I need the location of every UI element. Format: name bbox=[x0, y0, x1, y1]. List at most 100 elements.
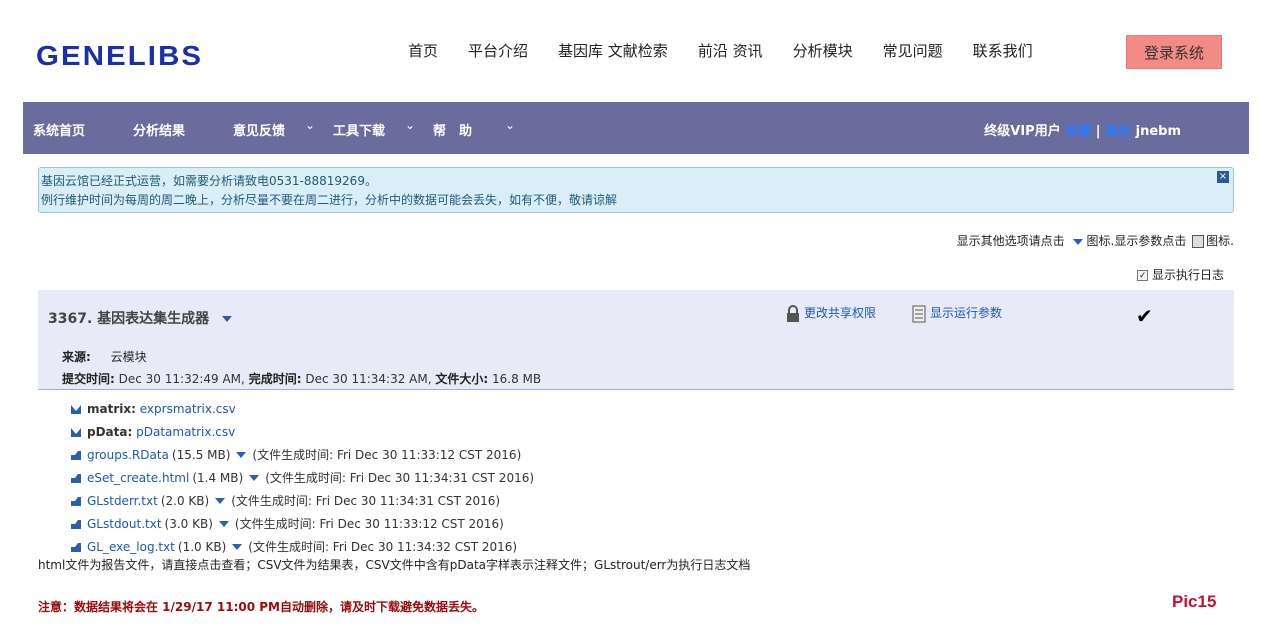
nav-news[interactable]: 前沿 资讯 bbox=[698, 40, 763, 61]
dropdown-triangle-icon[interactable] bbox=[215, 497, 226, 504]
output-file-size: (15.5 MB) bbox=[171, 447, 231, 462]
output-file-time: (文件生成时间: Fri Dec 30 11:33:12 CST 2016) bbox=[234, 517, 504, 531]
output-file-icon bbox=[71, 519, 81, 529]
input-file-row: matrix: exprsmatrix.csv bbox=[70, 397, 534, 420]
dropdown-triangle-icon[interactable] bbox=[218, 520, 229, 527]
task-source: 来源: 云模块 bbox=[62, 348, 147, 365]
deletion-warning: 注意：数据结果将会在 1/29/17 11:00 PM自动删除，请及时下载避免数… bbox=[38, 600, 484, 614]
input-file-row: pData: pDatamatrix.csv bbox=[70, 420, 534, 443]
chevron-down-icon[interactable]: ⌄ bbox=[305, 118, 315, 132]
dropdown-triangle-icon[interactable] bbox=[249, 474, 260, 481]
show-log-toggle[interactable]: ✓ 显示执行日志 bbox=[1137, 266, 1224, 283]
notice-banner: 基因云馆已经正式运营，如需要分析请致电0531-88819269。 例行维护时间… bbox=[38, 167, 1234, 213]
nav-platform-intro[interactable]: 平台介绍 bbox=[468, 40, 528, 61]
share-permission-label: 更改共享权限 bbox=[804, 306, 877, 320]
finish-time-value: Dec 30 11:34:32 AM, bbox=[305, 372, 432, 386]
main-menu-bar: 系统首页 分析结果 意见反馈 ⌄ 工具下载 ⌄ 帮 助 ⌄ 终级VIP用户 设置… bbox=[23, 102, 1249, 154]
output-file-link[interactable]: GLstdout.txt bbox=[87, 517, 162, 531]
nav-home[interactable]: 首页 bbox=[408, 40, 438, 61]
nav-analysis-modules[interactable]: 分析模块 bbox=[793, 40, 853, 61]
help-text: html文件为报告文件，请直接点击查看；CSV文件为结果表，CSV文件中含有pD… bbox=[38, 558, 751, 572]
menu-tool-download[interactable]: 工具下载 bbox=[333, 120, 385, 139]
output-file-row: GL_exe_log.txt (1.0 KB) (文件生成时间: Fri Dec… bbox=[70, 535, 534, 558]
output-file-icon bbox=[71, 542, 81, 552]
submit-time-value: Dec 30 11:32:49 AM, bbox=[118, 372, 245, 386]
output-file-size: (3.0 KB) bbox=[164, 516, 213, 531]
settings-link[interactable]: 设置 bbox=[1065, 124, 1091, 139]
dropdown-triangle-icon[interactable] bbox=[222, 316, 233, 322]
file-size-label: 文件大小: bbox=[435, 372, 489, 386]
login-button[interactable]: 登录系统 bbox=[1126, 35, 1222, 69]
task-meta: 提交时间: Dec 30 11:32:49 AM, 完成时间: Dec 30 1… bbox=[62, 370, 541, 387]
change-share-permission-link[interactable]: 更改共享权限 bbox=[786, 304, 876, 323]
parameters-icon bbox=[912, 305, 926, 322]
dropdown-triangle-icon[interactable] bbox=[236, 451, 247, 458]
output-file-size: (1.4 MB) bbox=[192, 470, 244, 485]
menu-system-home[interactable]: 系统首页 bbox=[33, 120, 85, 139]
dropdown-triangle-icon[interactable] bbox=[232, 543, 243, 550]
output-file-size: (1.0 KB) bbox=[177, 539, 227, 554]
input-label: pData: bbox=[87, 424, 133, 439]
options-hint: 显示其他选项请点击 图标.显示参数点击 图标. bbox=[957, 232, 1234, 249]
options-text-3: 图标. bbox=[1206, 234, 1234, 248]
output-file-row: GLstdout.txt (3.0 KB) (文件生成时间: Fri Dec 3… bbox=[70, 512, 534, 535]
task-title-text: 3367. 基因表达集生成器 bbox=[48, 311, 210, 327]
output-file-time: (文件生成时间: Fri Dec 30 11:34:32 CST 2016) bbox=[248, 540, 518, 554]
file-list: matrix: exprsmatrix.csv pData: pDatamatr… bbox=[70, 397, 534, 558]
logo[interactable]: GENELIBS bbox=[36, 40, 203, 72]
input-file-link[interactable]: pDatamatrix.csv bbox=[136, 425, 235, 439]
user-area: 终级VIP用户 设置 | 退出 jnebm bbox=[984, 120, 1181, 139]
status-check-icon: ✔ bbox=[1136, 304, 1153, 328]
chevron-down-icon[interactable]: ⌄ bbox=[505, 118, 515, 132]
input-file-icon bbox=[71, 404, 81, 414]
pic-label: Pic15 bbox=[1172, 592, 1217, 611]
nav-faq[interactable]: 常见问题 bbox=[883, 40, 943, 61]
notice-line-1: 基因云馆已经正式运营，如需要分析请致电0531-88819269。 bbox=[41, 174, 377, 188]
menu-analysis-results[interactable]: 分析结果 bbox=[133, 120, 185, 139]
output-file-size: (2.0 KB) bbox=[160, 493, 210, 508]
output-file-link[interactable]: groups.RData bbox=[87, 448, 169, 462]
output-file-icon bbox=[71, 450, 81, 460]
options-text-1: 显示其他选项请点击 bbox=[956, 234, 1065, 248]
input-file-link[interactable]: exprsmatrix.csv bbox=[140, 402, 236, 416]
dropdown-triangle-icon[interactable] bbox=[1072, 238, 1083, 245]
output-file-icon bbox=[71, 496, 81, 506]
source-value: 云模块 bbox=[110, 350, 147, 364]
submit-time-label: 提交时间: bbox=[62, 372, 115, 386]
output-file-icon bbox=[71, 473, 81, 483]
show-log-label: 显示执行日志 bbox=[1151, 268, 1224, 282]
input-label: matrix: bbox=[87, 401, 136, 416]
show-run-params-link[interactable]: 显示运行参数 bbox=[912, 304, 1002, 323]
output-file-link[interactable]: GL_exe_log.txt bbox=[87, 540, 175, 554]
output-file-row: eSet_create.html (1.4 MB) (文件生成时间: Fri D… bbox=[70, 466, 534, 489]
output-file-row: GLstderr.txt (2.0 KB) (文件生成时间: Fri Dec 3… bbox=[70, 489, 534, 512]
parameters-icon[interactable] bbox=[1192, 235, 1205, 248]
task-panel: 3367. 基因表达集生成器 更改共享权限 显示运行参数 ✔ 来源: 云模块 提… bbox=[38, 290, 1234, 390]
options-text-2: 图标.显示参数点击 bbox=[1086, 234, 1187, 248]
close-icon[interactable]: × bbox=[1217, 171, 1229, 183]
output-file-row: groups.RData (15.5 MB) (文件生成时间: Fri Dec … bbox=[70, 443, 534, 466]
input-file-icon bbox=[71, 427, 81, 437]
source-label: 来源: bbox=[62, 350, 91, 364]
show-log-checkbox[interactable]: ✓ bbox=[1137, 270, 1149, 281]
separator: | bbox=[1095, 124, 1101, 139]
username: jnebm bbox=[1135, 124, 1181, 139]
finish-time-label: 完成时间: bbox=[248, 372, 302, 386]
output-file-link[interactable]: GLstderr.txt bbox=[87, 494, 158, 508]
lock-icon bbox=[787, 304, 799, 322]
output-file-time: (文件生成时间: Fri Dec 30 11:34:31 CST 2016) bbox=[231, 494, 501, 508]
output-file-link[interactable]: eSet_create.html bbox=[87, 471, 189, 485]
run-params-label: 显示运行参数 bbox=[930, 306, 1003, 320]
file-size-value: 16.8 MB bbox=[492, 372, 542, 386]
nav-contact[interactable]: 联系我们 bbox=[973, 40, 1033, 61]
nav-gene-library[interactable]: 基因库 文献检索 bbox=[558, 40, 668, 61]
user-level: 终级VIP用户 bbox=[984, 124, 1061, 139]
top-nav: 首页 平台介绍 基因库 文献检索 前沿 资讯 分析模块 常见问题 联系我们 bbox=[408, 40, 1063, 61]
output-file-time: (文件生成时间: Fri Dec 30 11:33:12 CST 2016) bbox=[252, 448, 522, 462]
logout-link[interactable]: 退出 bbox=[1105, 124, 1131, 139]
chevron-down-icon[interactable]: ⌄ bbox=[405, 118, 415, 132]
menu-help[interactable]: 帮 助 bbox=[433, 120, 472, 139]
menu-feedback[interactable]: 意见反馈 bbox=[233, 120, 285, 139]
notice-line-2: 例行维护时间为每周的周二晚上，分析尽量不要在周二进行，分析中的数据可能会丢失，如… bbox=[41, 193, 618, 207]
task-title[interactable]: 3367. 基因表达集生成器 bbox=[48, 308, 236, 328]
